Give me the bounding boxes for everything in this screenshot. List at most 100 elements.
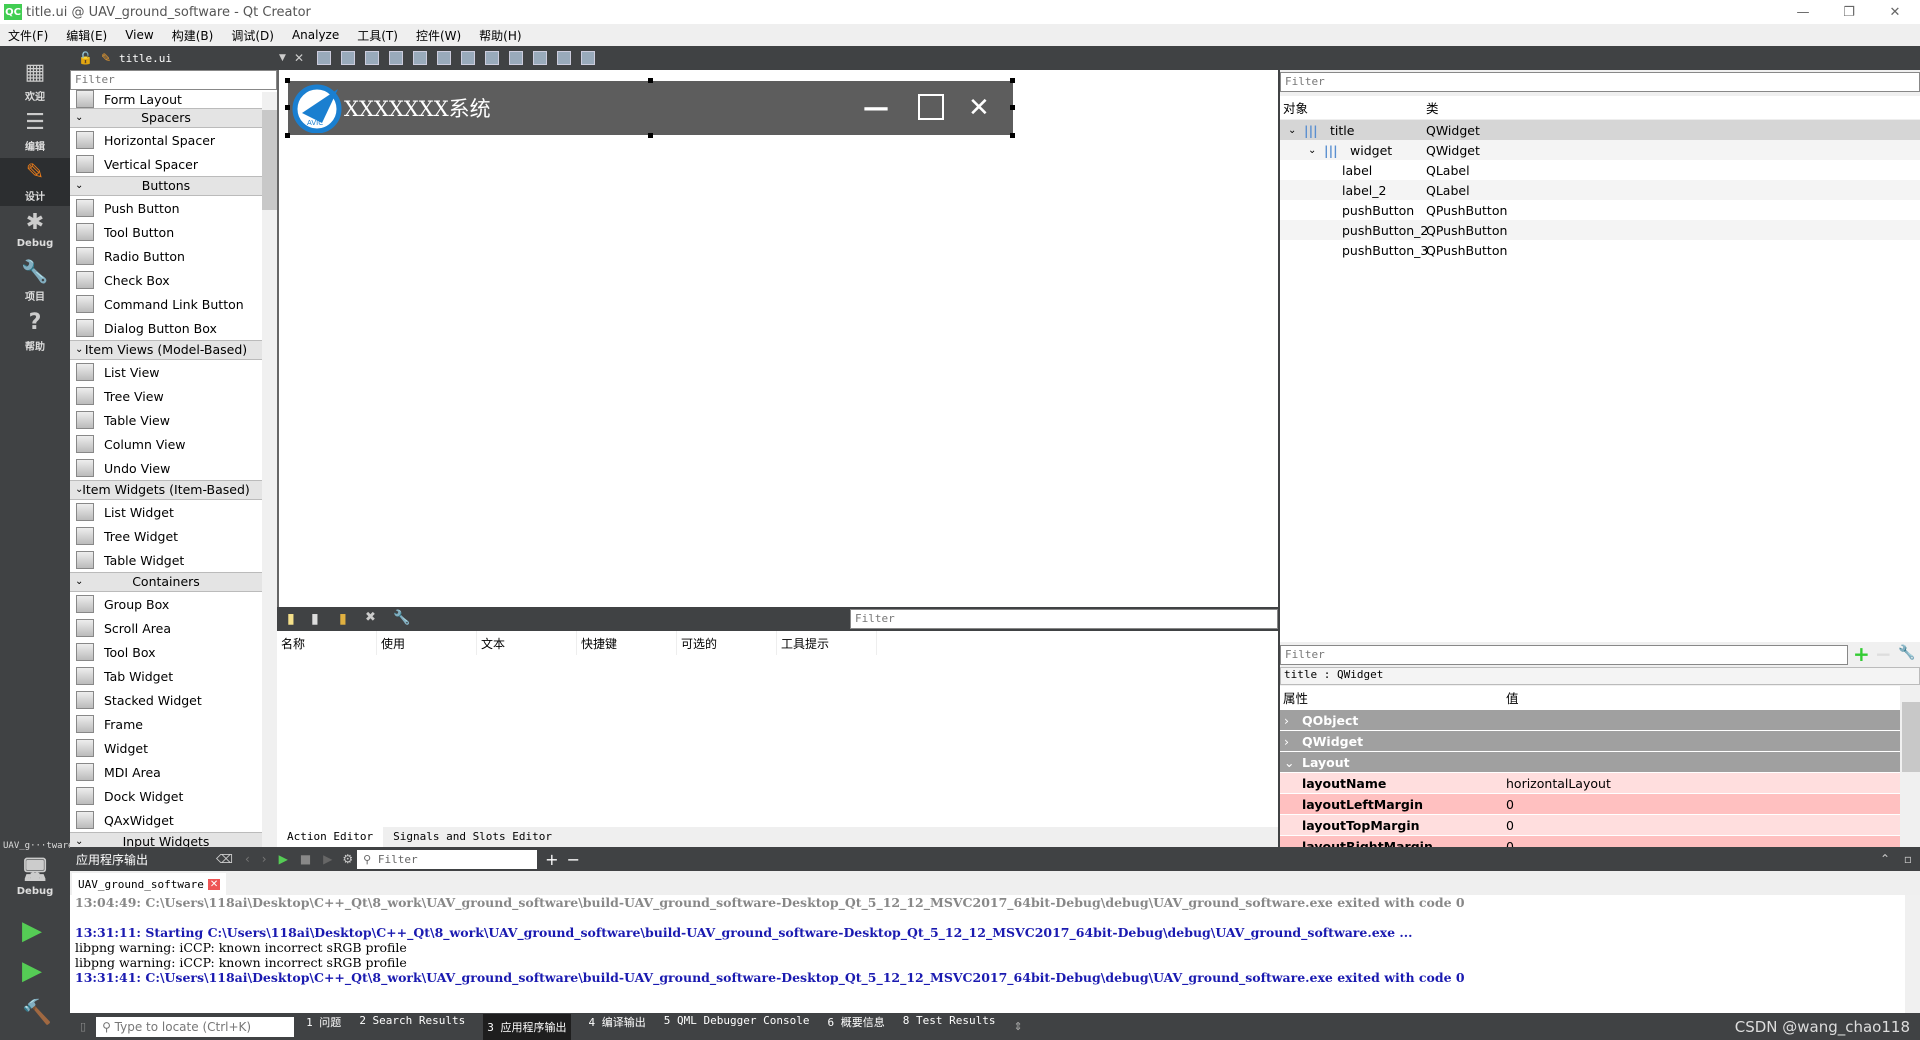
widget-item[interactable]: Tree View [70,384,262,408]
widget-item[interactable]: Column View [70,432,262,456]
selection-handle[interactable] [1010,78,1015,83]
layout-horizontal-icon[interactable] [413,51,427,65]
mode-grid[interactable]: ▦ 欢迎 [0,58,70,106]
output-pane-button[interactable]: 2 Search Results [359,1014,465,1040]
property-row[interactable]: layoutTopMargin 0 [1280,815,1900,836]
widget-box-scrollbar[interactable] [262,92,277,847]
object-tree-row[interactable]: label QLabel [1280,160,1920,180]
debug-start-button[interactable]: ▶ [22,956,42,986]
widget-box-filter[interactable]: Filter [70,70,277,90]
delete-action-icon[interactable]: ✖ [365,610,376,625]
next-icon[interactable]: › [262,852,267,866]
menu-item[interactable]: 编辑(E) [66,27,107,44]
title-form-widget[interactable]: AVIC XXXXXXX系统 — ✕ [285,78,1015,138]
selection-handle[interactable] [285,78,290,83]
output-pane-button[interactable]: 4 编译输出 [589,1014,646,1040]
property-value[interactable]: horizontalLayout [1506,776,1611,791]
mode-bug[interactable]: ✱ Debug [0,208,70,256]
mode-pencil[interactable]: ✎ 设计 [0,158,70,206]
output-pane-button[interactable]: 6 概要信息 [827,1014,884,1040]
selection-handle[interactable] [1010,133,1015,138]
widget-item[interactable]: Horizontal Spacer [70,128,262,152]
clean-icon[interactable]: ⌫ [216,852,233,866]
widget-item[interactable]: Check Box [70,268,262,292]
selection-handle[interactable] [285,105,290,110]
pane-chooser-icon[interactable]: ⇕ [1013,1020,1022,1033]
output-tab[interactable]: UAV_ground_software ✕ [72,873,227,895]
property-value[interactable]: 0 [1506,818,1514,833]
widget-item[interactable]: Command Link Button [70,292,262,316]
widget-item[interactable]: Stacked Widget [70,688,262,712]
tab-action-editor[interactable]: Action Editor [277,827,384,847]
widget-item[interactable]: Tool Button [70,220,262,244]
menu-item[interactable]: Analyze [292,28,339,42]
column-header[interactable]: 使用 [377,631,477,655]
zoom-in-icon[interactable]: + [545,850,558,869]
column-header[interactable]: 快捷键 [577,631,677,655]
widget-item[interactable]: Tool Box [70,640,262,664]
output-pane-button[interactable]: 3 应用程序输出 [483,1013,571,1040]
column-header-property[interactable]: 属性 [1283,688,1308,707]
property-row[interactable]: layoutLeftMargin 0 [1280,794,1900,815]
object-tree-row[interactable]: ⌄ ||| title QWidget [1280,120,1920,140]
layout-form-icon[interactable] [509,51,523,65]
property-filter-input[interactable]: Filter [1280,645,1848,665]
column-header-value[interactable]: 值 [1506,688,1519,707]
selection-handle[interactable] [648,133,653,138]
menu-item[interactable]: 文件(F) [8,27,48,44]
menu-item[interactable]: 控件(W) [416,27,461,44]
widget-category[interactable]: ⌄ Item Views (Model-Based) [70,340,262,360]
widget-item[interactable]: List View [70,360,262,384]
widget-category[interactable]: ⌄ Spacers [70,108,262,128]
minimize-window-button[interactable]: — [1780,0,1826,24]
open-file-combo[interactable]: title.ui [119,52,279,65]
widget-item[interactable]: Group Box [70,592,262,616]
property-scrollbar[interactable] [1902,686,1920,847]
kit-selector[interactable]: 🖥 Debug [0,856,70,904]
widget-item[interactable]: Tab Widget [70,664,262,688]
close-tab-icon[interactable]: ✕ [207,878,221,890]
prev-icon[interactable]: ‹ [245,852,250,866]
form-close-button[interactable]: ✕ [968,93,990,123]
output-scrollbar[interactable] [1905,895,1920,1013]
property-group[interactable]: ⌄ Layout [1280,752,1900,773]
selection-handle[interactable] [1010,105,1015,110]
menu-item[interactable]: 工具(T) [357,27,398,44]
output-pane-button[interactable]: 1 问题 [306,1014,341,1040]
edit-buddies-icon[interactable] [365,51,379,65]
break-layout-icon[interactable] [557,51,571,65]
wrench-icon[interactable]: 🔧 [393,610,410,626]
widget-category[interactable]: ⌄ Input Widgets [70,832,262,847]
copy-action-icon[interactable]: ▮ [311,611,319,627]
close-document-icon[interactable]: ✕ [294,51,304,65]
restore-window-button[interactable]: ❐ [1826,0,1872,24]
widget-item[interactable]: Dock Widget [70,784,262,808]
column-header-class[interactable]: 类 [1426,98,1439,117]
mode-wrench[interactable]: 🔧 项目 [0,258,70,306]
chevron-down-icon[interactable]: ⌄ [1288,125,1296,136]
widget-item[interactable]: Tree Widget [70,524,262,548]
widget-item[interactable]: QAxWidget [70,808,262,832]
layout-v-splitter-icon[interactable] [485,51,499,65]
column-header[interactable]: 工具提示 [777,631,877,655]
widget-item[interactable]: Form Layout [70,90,262,108]
edit-tab-order-icon[interactable] [389,51,403,65]
adjust-size-icon[interactable] [581,51,595,65]
close-pane-icon[interactable]: ▫ [1904,852,1912,866]
maximize-pane-icon[interactable]: ⌃ [1880,852,1890,866]
menu-item[interactable]: View [125,28,153,42]
output-pane-button[interactable]: 8 Test Results [903,1014,996,1040]
edit-widgets-icon[interactable] [317,51,331,65]
chevron-down-icon[interactable]: ▼ [279,53,286,63]
widget-item[interactable]: Scroll Area [70,616,262,640]
widget-item[interactable]: Frame [70,712,262,736]
locator-input[interactable]: ⚲ Type to locate (Ctrl+K) [96,1016,295,1037]
layout-vertical-icon[interactable] [437,51,451,65]
widget-category[interactable]: ⌄ Item Widgets (Item-Based) [70,480,262,500]
zoom-out-icon[interactable]: − [567,850,580,869]
menu-item[interactable]: 构建(B) [172,27,214,44]
stop-icon[interactable]: ■ [300,852,311,866]
form-minimize-button[interactable]: — [863,93,889,123]
menu-item[interactable]: 帮助(H) [479,27,521,44]
layout-h-splitter-icon[interactable] [461,51,475,65]
